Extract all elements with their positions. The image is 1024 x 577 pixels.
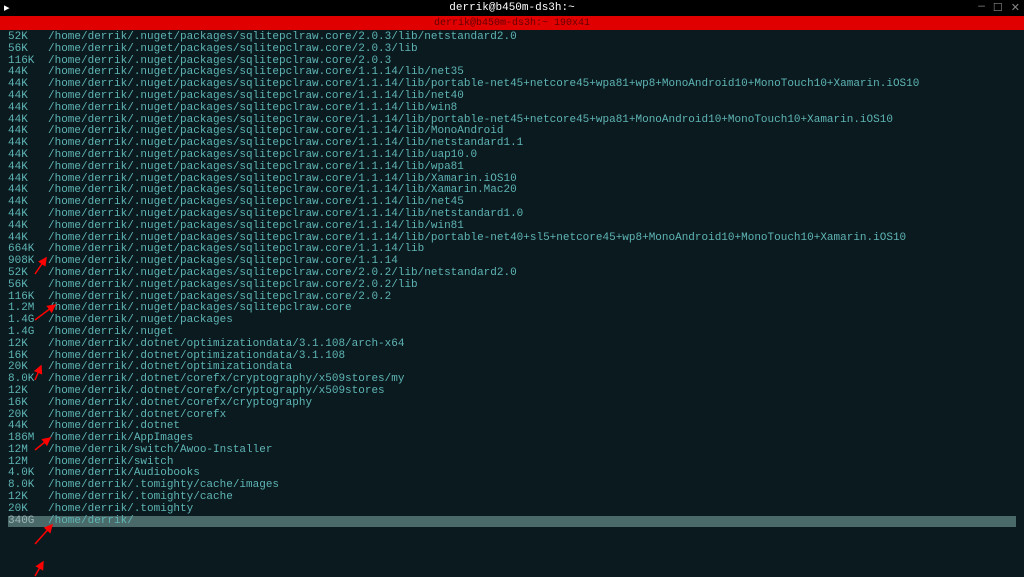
file-size: 44K bbox=[8, 209, 48, 221]
output-line: 16K/home/derrik/.dotnet/corefx/cryptogra… bbox=[8, 398, 1016, 410]
output-line: 44K/home/derrik/.nuget/packages/sqlitepc… bbox=[8, 162, 1016, 174]
file-path: /home/derrik/.nuget/packages/sqlitepclra… bbox=[48, 150, 477, 162]
tab-label: derrik@b450m-ds3h:~ 190x41 bbox=[434, 18, 590, 29]
maximize-button[interactable]: ☐ bbox=[993, 1, 1003, 15]
file-path: /home/derrik/.nuget/packages/sqlitepclra… bbox=[48, 209, 523, 221]
file-size: 44K bbox=[8, 150, 48, 162]
window-title: derrik@b450m-ds3h:~ bbox=[449, 2, 574, 14]
file-path: /home/derrik/.tomighty bbox=[48, 504, 193, 516]
file-size: 44K bbox=[8, 103, 48, 115]
close-button[interactable]: ✕ bbox=[1011, 1, 1020, 15]
file-path: /home/derrik/.dotnet/corefx/cryptography… bbox=[48, 386, 385, 398]
output-line: 44K/home/derrik/.nuget/packages/sqlitepc… bbox=[8, 221, 1016, 233]
file-path: /home/derrik/.dotnet/optimizationdata/3.… bbox=[48, 339, 404, 351]
output-line: 56K/home/derrik/.nuget/packages/sqlitepc… bbox=[8, 44, 1016, 56]
file-path: /home/derrik/.nuget/packages/sqlitepclra… bbox=[48, 221, 464, 233]
file-size: 56K bbox=[8, 44, 48, 56]
output-line: 44K/home/derrik/.nuget/packages/sqlitepc… bbox=[8, 103, 1016, 115]
file-size: 12K bbox=[8, 339, 48, 351]
prompt-path: /home/derrik/ bbox=[48, 516, 134, 528]
file-size: 44K bbox=[8, 221, 48, 233]
minimize-button[interactable]: — bbox=[978, 1, 985, 15]
file-size: 56K bbox=[8, 280, 48, 292]
output-line: 1.4G/home/derrik/.nuget bbox=[8, 327, 1016, 339]
file-size: 16K bbox=[8, 398, 48, 410]
file-path: /home/derrik/.nuget/packages/sqlitepclra… bbox=[48, 162, 464, 174]
output-line: 20K/home/derrik/.tomighty bbox=[8, 504, 1016, 516]
window-titlebar: ▸ derrik@b450m-ds3h:~ — ☐ ✕ bbox=[0, 0, 1024, 16]
file-size: 12K bbox=[8, 386, 48, 398]
output-line: 12M/home/derrik/switch/Awoo-Installer bbox=[8, 445, 1016, 457]
titlebar-left-icons: ▸ bbox=[4, 1, 10, 15]
file-path: /home/derrik/.nuget/packages/sqlitepclra… bbox=[48, 44, 418, 56]
output-line: 44K/home/derrik/.nuget/packages/sqlitepc… bbox=[8, 209, 1016, 221]
file-size: 44K bbox=[8, 91, 48, 103]
file-size: 52K bbox=[8, 268, 48, 280]
file-path: /home/derrik/.dotnet/corefx/cryptography bbox=[48, 398, 312, 410]
output-line: 12K/home/derrik/.dotnet/optimizationdata… bbox=[8, 339, 1016, 351]
file-size: 1.4G bbox=[8, 327, 48, 339]
file-size: 20K bbox=[8, 504, 48, 516]
window-controls: — ☐ ✕ bbox=[978, 1, 1020, 15]
output-line: 44K/home/derrik/.nuget/packages/sqlitepc… bbox=[8, 150, 1016, 162]
tab-bar[interactable]: derrik@b450m-ds3h:~ 190x41 bbox=[0, 16, 1024, 30]
app-icon: ▸ bbox=[4, 1, 10, 15]
file-path: /home/derrik/.nuget/packages/sqlitepclra… bbox=[48, 103, 457, 115]
terminal-viewport[interactable]: 52K/home/derrik/.nuget/packages/sqlitepc… bbox=[0, 30, 1024, 527]
terminal-output: 52K/home/derrik/.nuget/packages/sqlitepc… bbox=[8, 32, 1016, 516]
output-line: 56K/home/derrik/.nuget/packages/sqlitepc… bbox=[8, 280, 1016, 292]
prompt-size: 340G bbox=[8, 516, 48, 528]
output-line: 52K/home/derrik/.nuget/packages/sqlitepc… bbox=[8, 268, 1016, 280]
output-line: 44K/home/derrik/.nuget/packages/sqlitepc… bbox=[8, 91, 1016, 103]
file-path: /home/derrik/.nuget/packages/sqlitepclra… bbox=[48, 91, 464, 103]
file-size: 44K bbox=[8, 162, 48, 174]
terminal-prompt-line: 340G /home/derrik/ bbox=[8, 516, 1016, 528]
file-path: /home/derrik/.nuget/packages/sqlitepclra… bbox=[48, 268, 517, 280]
output-line: 12K/home/derrik/.dotnet/corefx/cryptogra… bbox=[8, 386, 1016, 398]
file-path: /home/derrik/.nuget bbox=[48, 327, 173, 339]
file-size: 12M bbox=[8, 445, 48, 457]
arrow-annotation bbox=[35, 525, 52, 544]
file-path: /home/derrik/.nuget/packages/sqlitepclra… bbox=[48, 280, 418, 292]
file-path: /home/derrik/switch/Awoo-Installer bbox=[48, 445, 272, 457]
arrow-annotation bbox=[35, 562, 43, 576]
